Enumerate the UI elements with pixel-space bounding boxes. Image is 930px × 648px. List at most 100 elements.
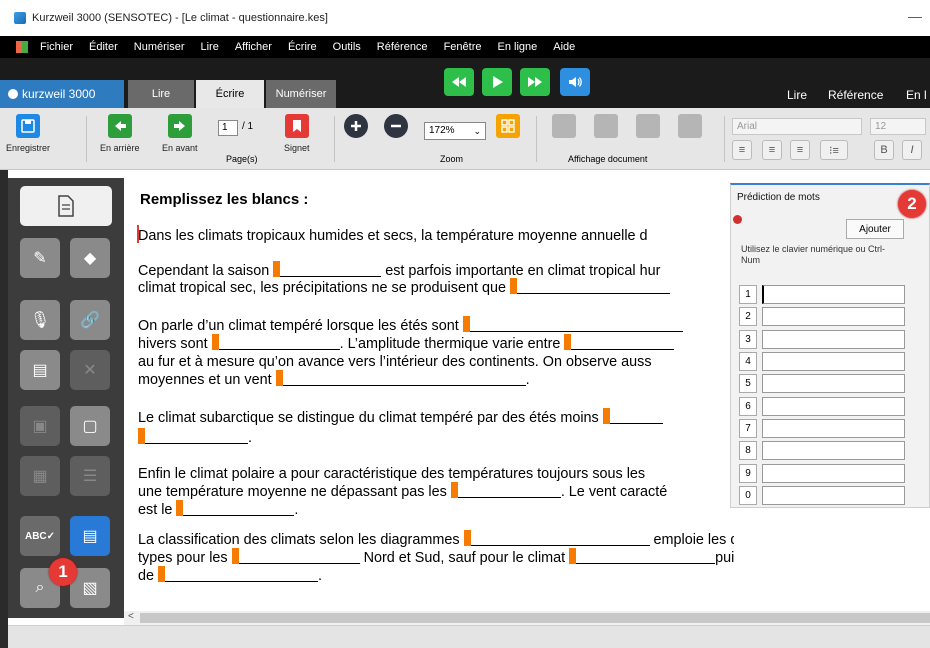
top-reference-link[interactable]: Référence [828, 88, 883, 102]
fill-blank[interactable] [158, 566, 319, 582]
back-button[interactable]: En arrière [100, 114, 140, 153]
bookmark-button[interactable]: Signet [284, 114, 310, 153]
fill-blank[interactable] [138, 428, 248, 444]
prediction-row[interactable]: 1 [739, 285, 905, 304]
brainstorm-button[interactable]: ▦ [20, 456, 60, 496]
align-left-button[interactable]: ≡ [732, 140, 752, 160]
edit-view-button[interactable] [678, 114, 702, 143]
tab-bar: kurzweil 3000 Lire Écrire Numériser Lire… [0, 58, 930, 108]
menu-outils[interactable]: Outils [333, 41, 361, 53]
font-name-select[interactable]: Arial [732, 118, 862, 135]
top-en-ligne-link[interactable]: En l [906, 88, 927, 102]
delete-note-button[interactable]: ✕ [70, 350, 110, 390]
text-note-button[interactable]: ▤ [20, 350, 60, 390]
prediction-field[interactable] [762, 352, 905, 371]
blank-marker [509, 278, 517, 294]
voice-note-button[interactable]: 🎙 [20, 300, 60, 340]
fast-forward-button[interactable] [520, 68, 550, 96]
window-menu-icon[interactable] [16, 41, 28, 53]
fill-blank[interactable] [564, 334, 675, 350]
fill-blank[interactable] [176, 500, 295, 516]
minimize-button[interactable]: — [908, 8, 922, 24]
pin-icon[interactable] [733, 215, 742, 224]
brand-tab[interactable]: kurzweil 3000 [0, 80, 124, 108]
spell-check-button[interactable]: ABC✓ [20, 516, 60, 556]
menu-afficher[interactable]: Afficher [235, 41, 272, 53]
fill-blank[interactable] [602, 408, 663, 424]
scrollbar-thumb[interactable] [140, 613, 930, 623]
menu-aide[interactable]: Aide [553, 41, 575, 53]
fill-blank[interactable] [275, 370, 526, 386]
prediction-row[interactable]: 6 [739, 397, 905, 416]
zoom-select[interactable]: 172% ⌄ [424, 122, 486, 140]
fill-blank[interactable] [273, 261, 382, 277]
align-center-button[interactable]: ≡ [762, 140, 782, 160]
highlight-button[interactable] [552, 114, 576, 143]
prediction-field[interactable] [762, 486, 905, 505]
text-view-button[interactable] [594, 114, 618, 143]
page-button[interactable]: ▢ [70, 406, 110, 446]
add-word-button[interactable]: Ajouter [846, 219, 904, 239]
menu-fichier[interactable]: Fichier [40, 41, 73, 53]
volume-button[interactable] [560, 68, 590, 96]
prediction-row[interactable]: 3 [739, 330, 905, 349]
prediction-field[interactable] [762, 285, 905, 304]
menu-en-ligne[interactable]: En ligne [497, 41, 537, 53]
extract-button[interactable]: ▣ [20, 406, 60, 446]
forward-button[interactable]: En avant [162, 114, 198, 153]
font-size-select[interactable]: 12 [870, 118, 926, 135]
prediction-field[interactable] [762, 397, 905, 416]
prediction-field[interactable] [762, 307, 905, 326]
prediction-row[interactable]: 8 [739, 441, 905, 460]
tab-lire[interactable]: Lire [128, 80, 194, 108]
menu-numeriser[interactable]: Numériser [134, 41, 185, 53]
fill-blank[interactable] [211, 334, 340, 350]
prediction-field[interactable] [762, 419, 905, 438]
fill-blank[interactable] [450, 482, 561, 498]
list-button[interactable]: ⁝≡ [820, 140, 848, 160]
link-button[interactable]: 🔗 [70, 300, 110, 340]
menu-ecrire[interactable]: Écrire [288, 41, 317, 53]
prediction-field[interactable] [762, 464, 905, 483]
prediction-row[interactable]: 9 [739, 464, 905, 483]
fill-blank[interactable] [509, 278, 670, 294]
fit-page-button[interactable] [496, 114, 520, 143]
horizontal-scrollbar[interactable]: < [124, 611, 930, 625]
menu-editer[interactable]: Éditer [89, 41, 118, 53]
tab-numeriser[interactable]: Numériser [266, 80, 336, 108]
play-button[interactable] [482, 68, 512, 96]
prediction-field[interactable] [762, 441, 905, 460]
bold-button[interactable]: B [874, 140, 894, 160]
tab-ecrire[interactable]: Écrire [196, 80, 264, 108]
italic-button[interactable]: I [902, 140, 922, 160]
outline-button[interactable]: ☰ [70, 456, 110, 496]
prediction-row[interactable]: 4 [739, 352, 905, 371]
menu-reference[interactable]: Référence [377, 41, 428, 53]
prediction-row[interactable]: 5 [739, 374, 905, 393]
image-view-button[interactable] [636, 114, 660, 143]
align-right-button[interactable]: ≡ [790, 140, 810, 160]
eraser-button[interactable]: ◆ [70, 238, 110, 278]
page-input[interactable]: 1 [218, 120, 238, 136]
highlighter-button[interactable]: ✎ [20, 238, 60, 278]
word-prediction-button[interactable]: ▤ [70, 516, 110, 556]
prediction-row[interactable]: 0 [739, 486, 905, 505]
save-button[interactable]: Enregistrer [6, 114, 50, 153]
zoom-out-button[interactable] [384, 114, 408, 143]
prediction-field[interactable] [762, 374, 905, 393]
fill-blank[interactable] [569, 548, 716, 564]
new-document-button[interactable] [20, 186, 112, 226]
prediction-row[interactable]: 2 [739, 307, 905, 326]
document-area[interactable]: Remplissez les blancs : Dans les climats… [124, 178, 734, 611]
menu-fenetre[interactable]: Fenêtre [444, 41, 482, 53]
zoom-in-button[interactable] [344, 114, 368, 143]
fill-blank[interactable] [231, 548, 360, 564]
rewind-button[interactable] [444, 68, 474, 96]
menu-lire[interactable]: Lire [201, 41, 219, 53]
scroll-left-arrow[interactable]: < [128, 611, 134, 622]
prediction-field[interactable] [762, 330, 905, 349]
top-lire-link[interactable]: Lire [787, 88, 807, 102]
fill-blank[interactable] [462, 316, 683, 332]
prediction-row[interactable]: 7 [739, 419, 905, 438]
fill-blank[interactable] [463, 530, 650, 546]
